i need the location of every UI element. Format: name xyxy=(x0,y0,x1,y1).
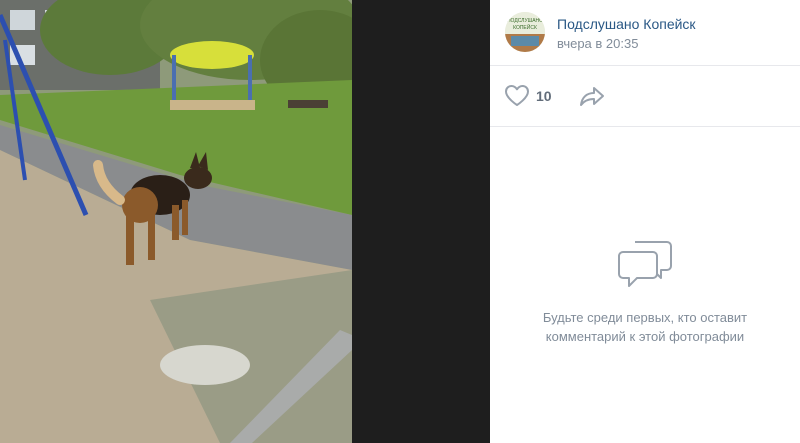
comments-bubble-icon xyxy=(618,241,672,287)
post-header: ПОДСЛУШАНО КОПЕЙСК Подслушано Копейск вч… xyxy=(490,0,800,66)
photo-backdrop xyxy=(352,0,490,443)
avatar-text-line1: ПОДСЛУШАНО xyxy=(507,18,543,24)
comments-empty-state: Будьте среди первых, кто оставит коммент… xyxy=(490,238,800,346)
avatar[interactable]: ПОДСЛУШАНО КОПЕЙСК xyxy=(505,12,545,52)
photo-image xyxy=(0,0,352,443)
avatar-image: ПОДСЛУШАНО КОПЕЙСК xyxy=(505,12,545,52)
post-photo[interactable] xyxy=(0,0,352,443)
post-time[interactable]: вчера в 20:35 xyxy=(557,36,638,51)
post-sidebar: ПОДСЛУШАНО КОПЕЙСК Подслушано Копейск вч… xyxy=(490,0,800,443)
like-count: 10 xyxy=(536,88,552,104)
author-name[interactable]: Подслушано Копейск xyxy=(557,16,696,32)
heart-icon xyxy=(505,85,529,106)
post-actions: 10 xyxy=(490,66,800,127)
share-button[interactable] xyxy=(578,83,606,109)
avatar-text-line2: КОПЕЙСК xyxy=(513,23,537,31)
like-button[interactable]: 10 xyxy=(504,83,552,109)
share-arrow-icon xyxy=(580,87,604,106)
comments-empty-text: Будьте среди первых, кто оставит коммент… xyxy=(542,310,748,344)
